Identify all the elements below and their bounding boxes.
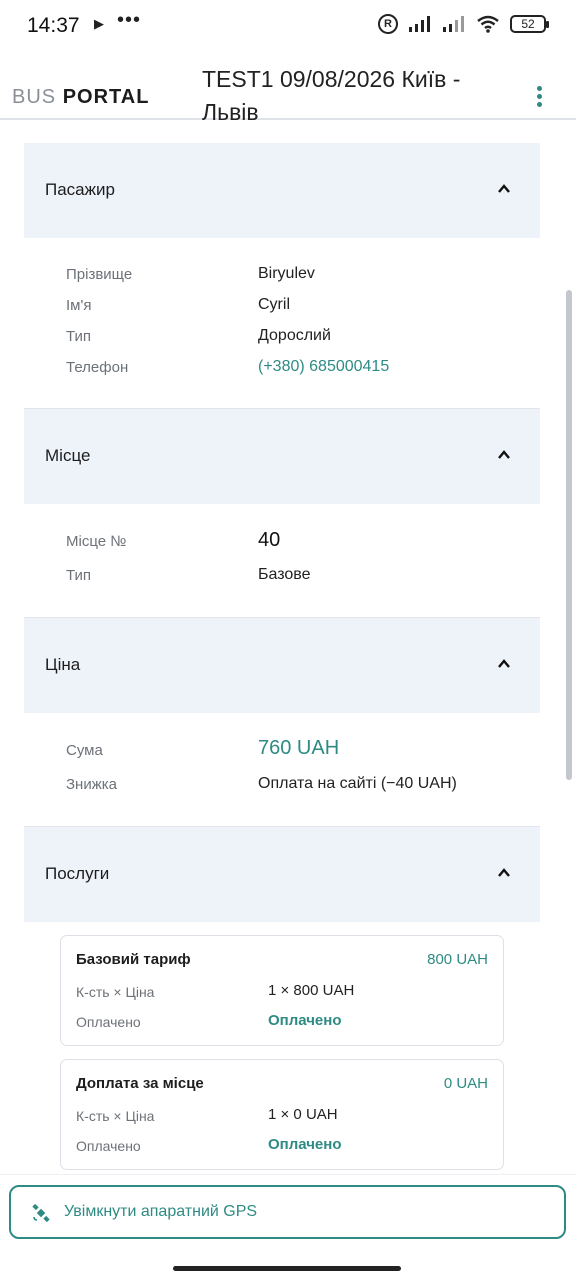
signal-2-icon <box>443 16 464 32</box>
app-header: BUS PORTAL TEST1 09/08/2026 Київ - Львів <box>0 56 576 125</box>
scrollbar[interactable] <box>566 290 572 780</box>
battery-icon: 52 <box>510 15 549 33</box>
section-title: Ціна <box>45 655 81 674</box>
status-icons: R 52 <box>378 14 549 34</box>
name-value: Cyril <box>258 296 290 313</box>
price-sum-value: 760 UAH <box>258 737 340 759</box>
section-seat-body: Місце № 40 Тип Базове <box>24 504 540 618</box>
service-paid-status: Оплачено <box>268 1136 342 1153</box>
chevron-up-icon[interactable] <box>497 182 511 196</box>
status-bar: 14:37 ▶ ••• R 52 <box>0 0 576 52</box>
surname-value: Biryulev <box>258 265 315 282</box>
service-paid-status: Оплачено <box>268 1012 342 1029</box>
section-title: Місце <box>45 446 91 465</box>
seat-number-value: 40 <box>258 529 281 551</box>
wifi-icon <box>477 15 499 33</box>
service-price: 0 UAH <box>443 1075 488 1092</box>
section-services-header[interactable]: Послуги <box>24 827 540 922</box>
gps-bar: Увімкнути апаратний GPS <box>0 1174 576 1280</box>
section-seat-header[interactable]: Місце <box>24 409 540 504</box>
section-price-body: Сума 760 UAH Знижка Оплата на сайті (−40… <box>24 713 540 827</box>
home-indicator[interactable] <box>173 1266 401 1271</box>
phone-link[interactable]: (+380) 685000415 <box>258 358 389 376</box>
service-qty: 1 × 800 UAH <box>268 982 355 999</box>
chevron-up-icon[interactable] <box>497 448 511 462</box>
service-qty: 1 × 0 UAH <box>268 1106 338 1123</box>
section-services-body: Базовий тариф 800 UAH К-сть × Ціна 1 × 8… <box>24 922 540 1182</box>
section-passenger-body: Прізвище Biryulev Ім'я Cyril Тип Доросли… <box>24 238 540 409</box>
page-title: TEST1 09/08/2026 Київ - Львів <box>202 66 461 125</box>
chevron-up-icon[interactable] <box>497 866 511 880</box>
more-menu-icon[interactable] <box>534 86 546 108</box>
registered-icon: R <box>378 14 398 34</box>
service-card: Доплата за місце 0 UAH К-сть × Ціна 1 × … <box>60 1059 504 1170</box>
enable-gps-button[interactable]: Увімкнути апаратний GPS <box>9 1185 566 1239</box>
signal-icon <box>409 16 430 32</box>
service-name: Доплата за місце <box>76 1075 204 1092</box>
discount-value: Оплата на сайті (−40 UAH) <box>258 775 457 792</box>
ticket-details: Пасажир Прізвище Biryulev Ім'я Cyril Тип… <box>24 143 540 1182</box>
section-passenger-header[interactable]: Пасажир <box>24 143 540 238</box>
bus-portal-logo: BUS PORTAL <box>12 86 150 108</box>
service-price: 800 UAH <box>427 951 488 968</box>
service-card: Базовий тариф 800 UAH К-сть × Ціна 1 × 8… <box>60 935 504 1046</box>
section-title: Послуги <box>45 864 110 883</box>
section-title: Пасажир <box>45 180 115 199</box>
passenger-type-value: Дорослий <box>258 327 331 344</box>
play-icon: ▶ <box>94 16 104 31</box>
service-name: Базовий тариф <box>76 951 191 968</box>
section-price-header[interactable]: Ціна <box>24 618 540 713</box>
satellite-icon <box>32 1203 50 1223</box>
enable-gps-label: Увімкнути апаратний GPS <box>64 1203 258 1220</box>
more-notifications-icon: ••• <box>117 9 142 31</box>
seat-type-value: Базове <box>258 566 311 583</box>
chevron-up-icon[interactable] <box>497 657 511 671</box>
status-time: 14:37 <box>27 14 80 37</box>
